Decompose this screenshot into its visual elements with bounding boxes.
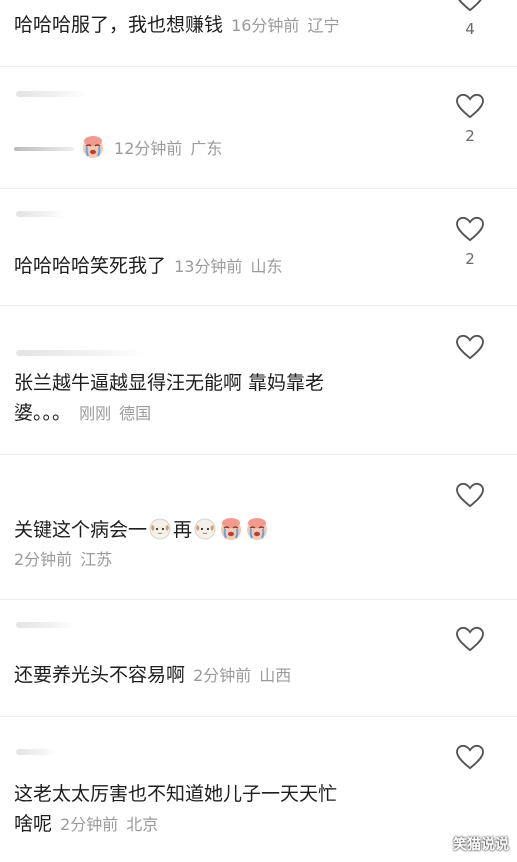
like-button[interactable]: 2 <box>450 216 490 268</box>
username-placeholder <box>16 350 146 356</box>
like-count: 2 <box>465 127 475 145</box>
like-button[interactable]: 2 <box>450 93 490 145</box>
comment-meta: 刚刚 德国 <box>79 404 151 423</box>
heart-outline-icon <box>455 334 485 360</box>
comment-region: 广东 <box>190 139 223 158</box>
heart-outline-icon <box>455 216 485 242</box>
like-count: 4 <box>465 20 475 38</box>
comment-item: 哈哈哈哈笑死我了 13分钟前 山东 2 <box>0 189 517 306</box>
sheep-emoji <box>193 517 217 541</box>
comment-text: 再 <box>173 519 193 541</box>
username-placeholder <box>16 749 56 755</box>
like-button[interactable] <box>450 626 490 652</box>
crying-face-emoji <box>219 517 243 541</box>
comment-time: 刚刚 <box>79 404 112 423</box>
comment-item: 12分钟前 广东 2 <box>0 67 517 189</box>
comment-meta: 13分钟前 山东 <box>174 257 282 276</box>
comment-body: 哈哈哈服了，我也想赚钱 16分钟前 辽宁 <box>14 10 437 41</box>
comment-text-line: 啥呢 <box>14 813 53 835</box>
heart-outline-icon <box>455 93 485 119</box>
comment-text: 哈哈哈服了，我也想赚钱 <box>14 14 224 36</box>
comment-meta: 16分钟前 辽宁 <box>231 16 339 35</box>
like-button[interactable] <box>450 334 490 360</box>
comment-time: 2分钟前 <box>193 666 252 685</box>
comment-item: 关键这个病会一 再 2分钟前 江苏 <box>0 455 517 600</box>
heart-outline-icon <box>455 0 485 12</box>
comment-body: 关键这个病会一 再 2分钟前 江苏 <box>14 515 437 575</box>
like-button[interactable] <box>450 482 490 508</box>
comment-region: 山西 <box>259 666 292 685</box>
crying-face-emoji <box>81 135 105 159</box>
comment-body: 哈哈哈哈笑死我了 13分钟前 山东 <box>14 251 437 282</box>
comment-text: 还要养光头不容易啊 <box>14 664 186 686</box>
heart-outline-icon <box>455 744 485 770</box>
comment-item: 这老太太厉害也不知道她儿子一天天忙 啥呢 2分钟前 北京 <box>0 717 517 862</box>
like-count: 2 <box>465 250 475 268</box>
comment-item: 张兰越牛逼越显得汪无能啊 靠妈靠老 婆。。。 刚刚 德国 <box>0 306 517 455</box>
crying-face-emoji <box>245 517 269 541</box>
comment-body: 还要养光头不容易啊 2分钟前 山西 <box>14 660 437 691</box>
comment-body: 这老太太厉害也不知道她儿子一天天忙 啥呢 2分钟前 北京 <box>14 779 437 840</box>
comment-region: 德国 <box>119 404 152 423</box>
comment-body: 张兰越牛逼越显得汪无能啊 靠妈靠老 婆。。。 刚刚 德国 <box>14 368 437 429</box>
comment-region: 山东 <box>250 257 283 276</box>
comment-meta: 2分钟前 江苏 <box>14 545 437 575</box>
comment-region: 北京 <box>126 815 159 834</box>
comment-time: 16分钟前 <box>231 16 300 35</box>
comment-time: 2分钟前 <box>60 815 119 834</box>
comment-region: 江苏 <box>80 550 113 569</box>
like-button[interactable] <box>450 744 490 770</box>
comment-item: 哈哈哈服了，我也想赚钱 16分钟前 辽宁 4 <box>0 0 517 67</box>
comment-item: 还要养光头不容易啊 2分钟前 山西 <box>0 600 517 717</box>
comment-body: 12分钟前 广东 <box>14 133 437 164</box>
comment-meta: 2分钟前 山西 <box>193 666 291 685</box>
comment-time: 2分钟前 <box>14 550 73 569</box>
comment-region: 辽宁 <box>307 16 340 35</box>
comment-text: 哈哈哈哈笑死我了 <box>14 255 167 277</box>
comment-text-line: 婆。。。 <box>14 402 72 424</box>
heart-outline-icon <box>455 482 485 508</box>
heart-outline-icon <box>455 626 485 652</box>
comment-time: 13分钟前 <box>174 257 243 276</box>
comment-text-line: 这老太太厉害也不知道她儿子一天天忙 <box>14 783 338 805</box>
comment-text-line: 张兰越牛逼越显得汪无能啊 靠妈靠老 <box>14 372 325 394</box>
comment-meta: 2分钟前 北京 <box>60 815 158 834</box>
comment-text: 关键这个病会一 <box>14 519 148 541</box>
comment-meta: 12分钟前 广东 <box>114 139 222 158</box>
sheep-emoji <box>148 517 172 541</box>
username-placeholder <box>16 211 66 217</box>
watermark: 笑猫说说 <box>453 837 509 853</box>
like-button[interactable]: 4 <box>450 0 490 38</box>
username-placeholder <box>16 91 86 97</box>
blurred-text <box>14 146 74 151</box>
comment-time: 12分钟前 <box>114 139 183 158</box>
username-placeholder <box>16 622 76 628</box>
